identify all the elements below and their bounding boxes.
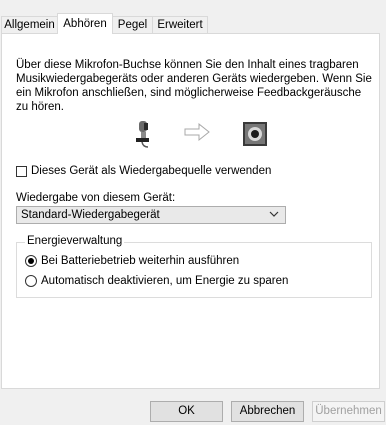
radio-keep-running-label: Bei Batteriebetrieb weiterhin ausführen xyxy=(41,255,240,267)
listen-checkbox-label: Dieses Gerät als Wiedergabequelle verwen… xyxy=(31,165,272,177)
device-illustration xyxy=(2,118,381,148)
speaker-icon xyxy=(243,122,267,146)
radio-auto-disable-indicator[interactable] xyxy=(25,275,37,287)
tab-pegel[interactable]: Pegel xyxy=(112,16,153,33)
listen-panel: Über diese Mikrofon-Buchse können Sie de… xyxy=(1,33,380,389)
playback-device-select[interactable]: Standard-Wiedergabegerät xyxy=(16,206,286,224)
cancel-button[interactable]: Abbrechen xyxy=(231,401,304,422)
radio-auto-disable[interactable]: Automatisch deaktivieren, um Energie zu … xyxy=(25,275,288,287)
power-management-legend: Energieverwaltung xyxy=(25,235,125,247)
listen-checkbox[interactable] xyxy=(16,165,27,177)
tab-abhoeren[interactable]: Abhören xyxy=(57,13,113,34)
radio-auto-disable-label: Automatisch deaktivieren, um Energie zu … xyxy=(41,275,289,287)
radio-keep-running[interactable]: Bei Batteriebetrieb weiterhin ausführen xyxy=(25,255,239,267)
tab-allgemein[interactable]: Allgemein xyxy=(1,16,58,33)
power-management-group: Energieverwaltung Bei Batteriebetrieb we… xyxy=(16,235,372,298)
microphone-icon xyxy=(136,121,149,148)
description-text: Über diese Mikrofon-Buchse können Sie de… xyxy=(16,59,372,113)
playback-label: Wiedergabe von diesem Gerät: xyxy=(16,192,176,204)
arrow-right-icon xyxy=(184,122,210,142)
playback-device-value: Standard-Wiedergabegerät xyxy=(21,209,160,221)
listen-checkbox-row[interactable]: Dieses Gerät als Wiedergabequelle verwen… xyxy=(16,165,271,177)
ok-button[interactable]: OK xyxy=(150,401,223,422)
chevron-down-icon xyxy=(269,211,279,217)
tab-erweitert[interactable]: Erweitert xyxy=(152,16,208,33)
radio-keep-running-indicator[interactable] xyxy=(25,255,37,267)
apply-button[interactable]: Übernehmen xyxy=(312,401,385,422)
